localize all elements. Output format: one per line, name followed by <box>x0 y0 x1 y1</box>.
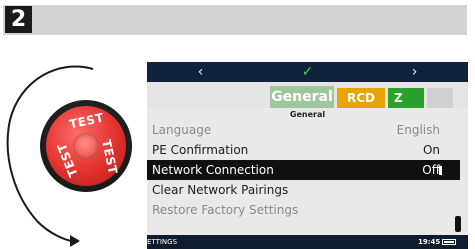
setting-value: English <box>396 123 440 137</box>
tab-strip: General RCD Z <box>147 82 468 108</box>
softkey-bar: ‹ ✓ › <box>147 62 468 82</box>
setting-label: Network Connection <box>152 163 274 177</box>
setting-label: Clear Network Pairings <box>152 183 289 197</box>
setting-row-language[interactable]: Language English <box>147 120 460 140</box>
checkmark-icon: ✓ <box>301 64 314 80</box>
knob-label-top: TEST <box>67 110 106 132</box>
tab-z[interactable]: Z <box>388 88 424 108</box>
setting-row-restore-factory-settings[interactable]: Restore Factory Settings <box>147 200 460 220</box>
setting-label: Restore Factory Settings <box>152 203 299 217</box>
toggle-marker <box>439 166 442 175</box>
setting-label: Language <box>152 123 212 137</box>
status-label: ETTINGS <box>147 238 178 246</box>
test-rotary-knob[interactable]: TEST TEST TEST <box>40 100 132 192</box>
knob-center-cap <box>73 133 99 159</box>
knob-label-right: TEST <box>99 138 121 176</box>
battery-icon <box>442 239 456 245</box>
setting-row-clear-network-pairings[interactable]: Clear Network Pairings <box>147 180 460 200</box>
step-number-badge: 2 <box>5 6 32 33</box>
setting-row-network-connection[interactable]: Network Connection Off <box>147 160 460 180</box>
setting-row-pe-confirmation[interactable]: PE Confirmation On <box>147 140 460 160</box>
scrollbar-thumb[interactable] <box>455 216 461 232</box>
back-button[interactable]: ‹ <box>147 62 254 82</box>
setting-value: On <box>422 143 440 157</box>
settings-panel: General RCD Z General Language English P… <box>147 82 468 235</box>
status-time: 19:45 <box>418 238 441 246</box>
next-button[interactable]: › <box>361 62 468 82</box>
tab-rcd[interactable]: RCD <box>337 88 385 108</box>
tab-more[interactable] <box>427 88 453 108</box>
chevron-right-icon: › <box>411 64 418 80</box>
setting-value: Off <box>422 163 440 177</box>
setting-label: PE Confirmation <box>152 143 249 157</box>
step-header-bar <box>3 5 467 35</box>
status-bar: ETTINGS 19:45 <box>147 235 468 249</box>
section-title: General <box>289 110 326 119</box>
device-screen: ‹ ✓ › General RCD Z General Language Eng… <box>147 62 468 249</box>
knob-red-face: TEST TEST TEST <box>46 106 126 186</box>
tab-general[interactable]: General <box>270 86 334 108</box>
confirm-button[interactable]: ✓ <box>254 62 361 82</box>
chevron-left-icon: ‹ <box>197 64 204 80</box>
